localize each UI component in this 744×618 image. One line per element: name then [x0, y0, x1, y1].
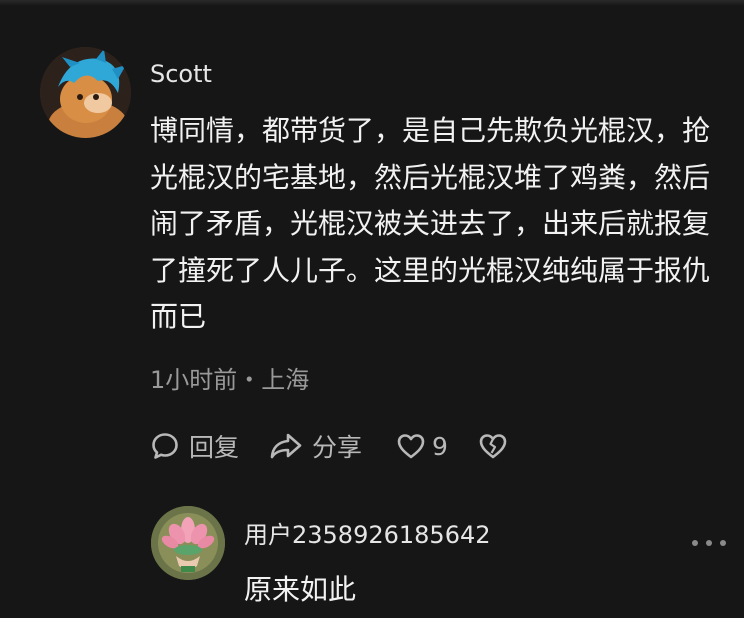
comment-actions: 回复 分享 9 — [150, 426, 508, 466]
dot — [706, 540, 712, 546]
reply-label: 回复 — [189, 433, 240, 462]
like-button[interactable]: 9 — [396, 432, 448, 461]
avatar-image — [40, 47, 131, 138]
dislike-button[interactable] — [478, 432, 508, 460]
broken-heart-icon — [479, 434, 507, 459]
avatar[interactable] — [151, 506, 225, 580]
more-dots-icon[interactable] — [692, 536, 726, 550]
avatar[interactable] — [40, 47, 131, 138]
reply-text: 原来如此 — [244, 573, 357, 606]
dot — [692, 540, 698, 546]
like-count: 9 — [432, 431, 448, 461]
comment-text: 博同情，都带货了，是自己先欺负光棍汉，抢光棍汉的宅基地，然后光棍汉堆了鸡粪，然后… — [150, 114, 711, 333]
comment-bubble-icon — [152, 433, 178, 459]
comment-meta: 1小时前・上海 — [150, 366, 310, 394]
heart-icon — [397, 434, 425, 459]
share-arrow-icon — [270, 433, 302, 459]
share-label: 分享 — [312, 433, 363, 462]
top-divider — [0, 0, 744, 6]
reply-username[interactable]: 用户2358926185642 — [244, 515, 491, 550]
dot — [720, 540, 726, 546]
reply-button[interactable]: 回复 — [150, 428, 239, 464]
comment-username[interactable]: Scott — [150, 60, 212, 88]
share-button[interactable]: 分享 — [269, 428, 362, 464]
avatar-image — [151, 506, 225, 580]
